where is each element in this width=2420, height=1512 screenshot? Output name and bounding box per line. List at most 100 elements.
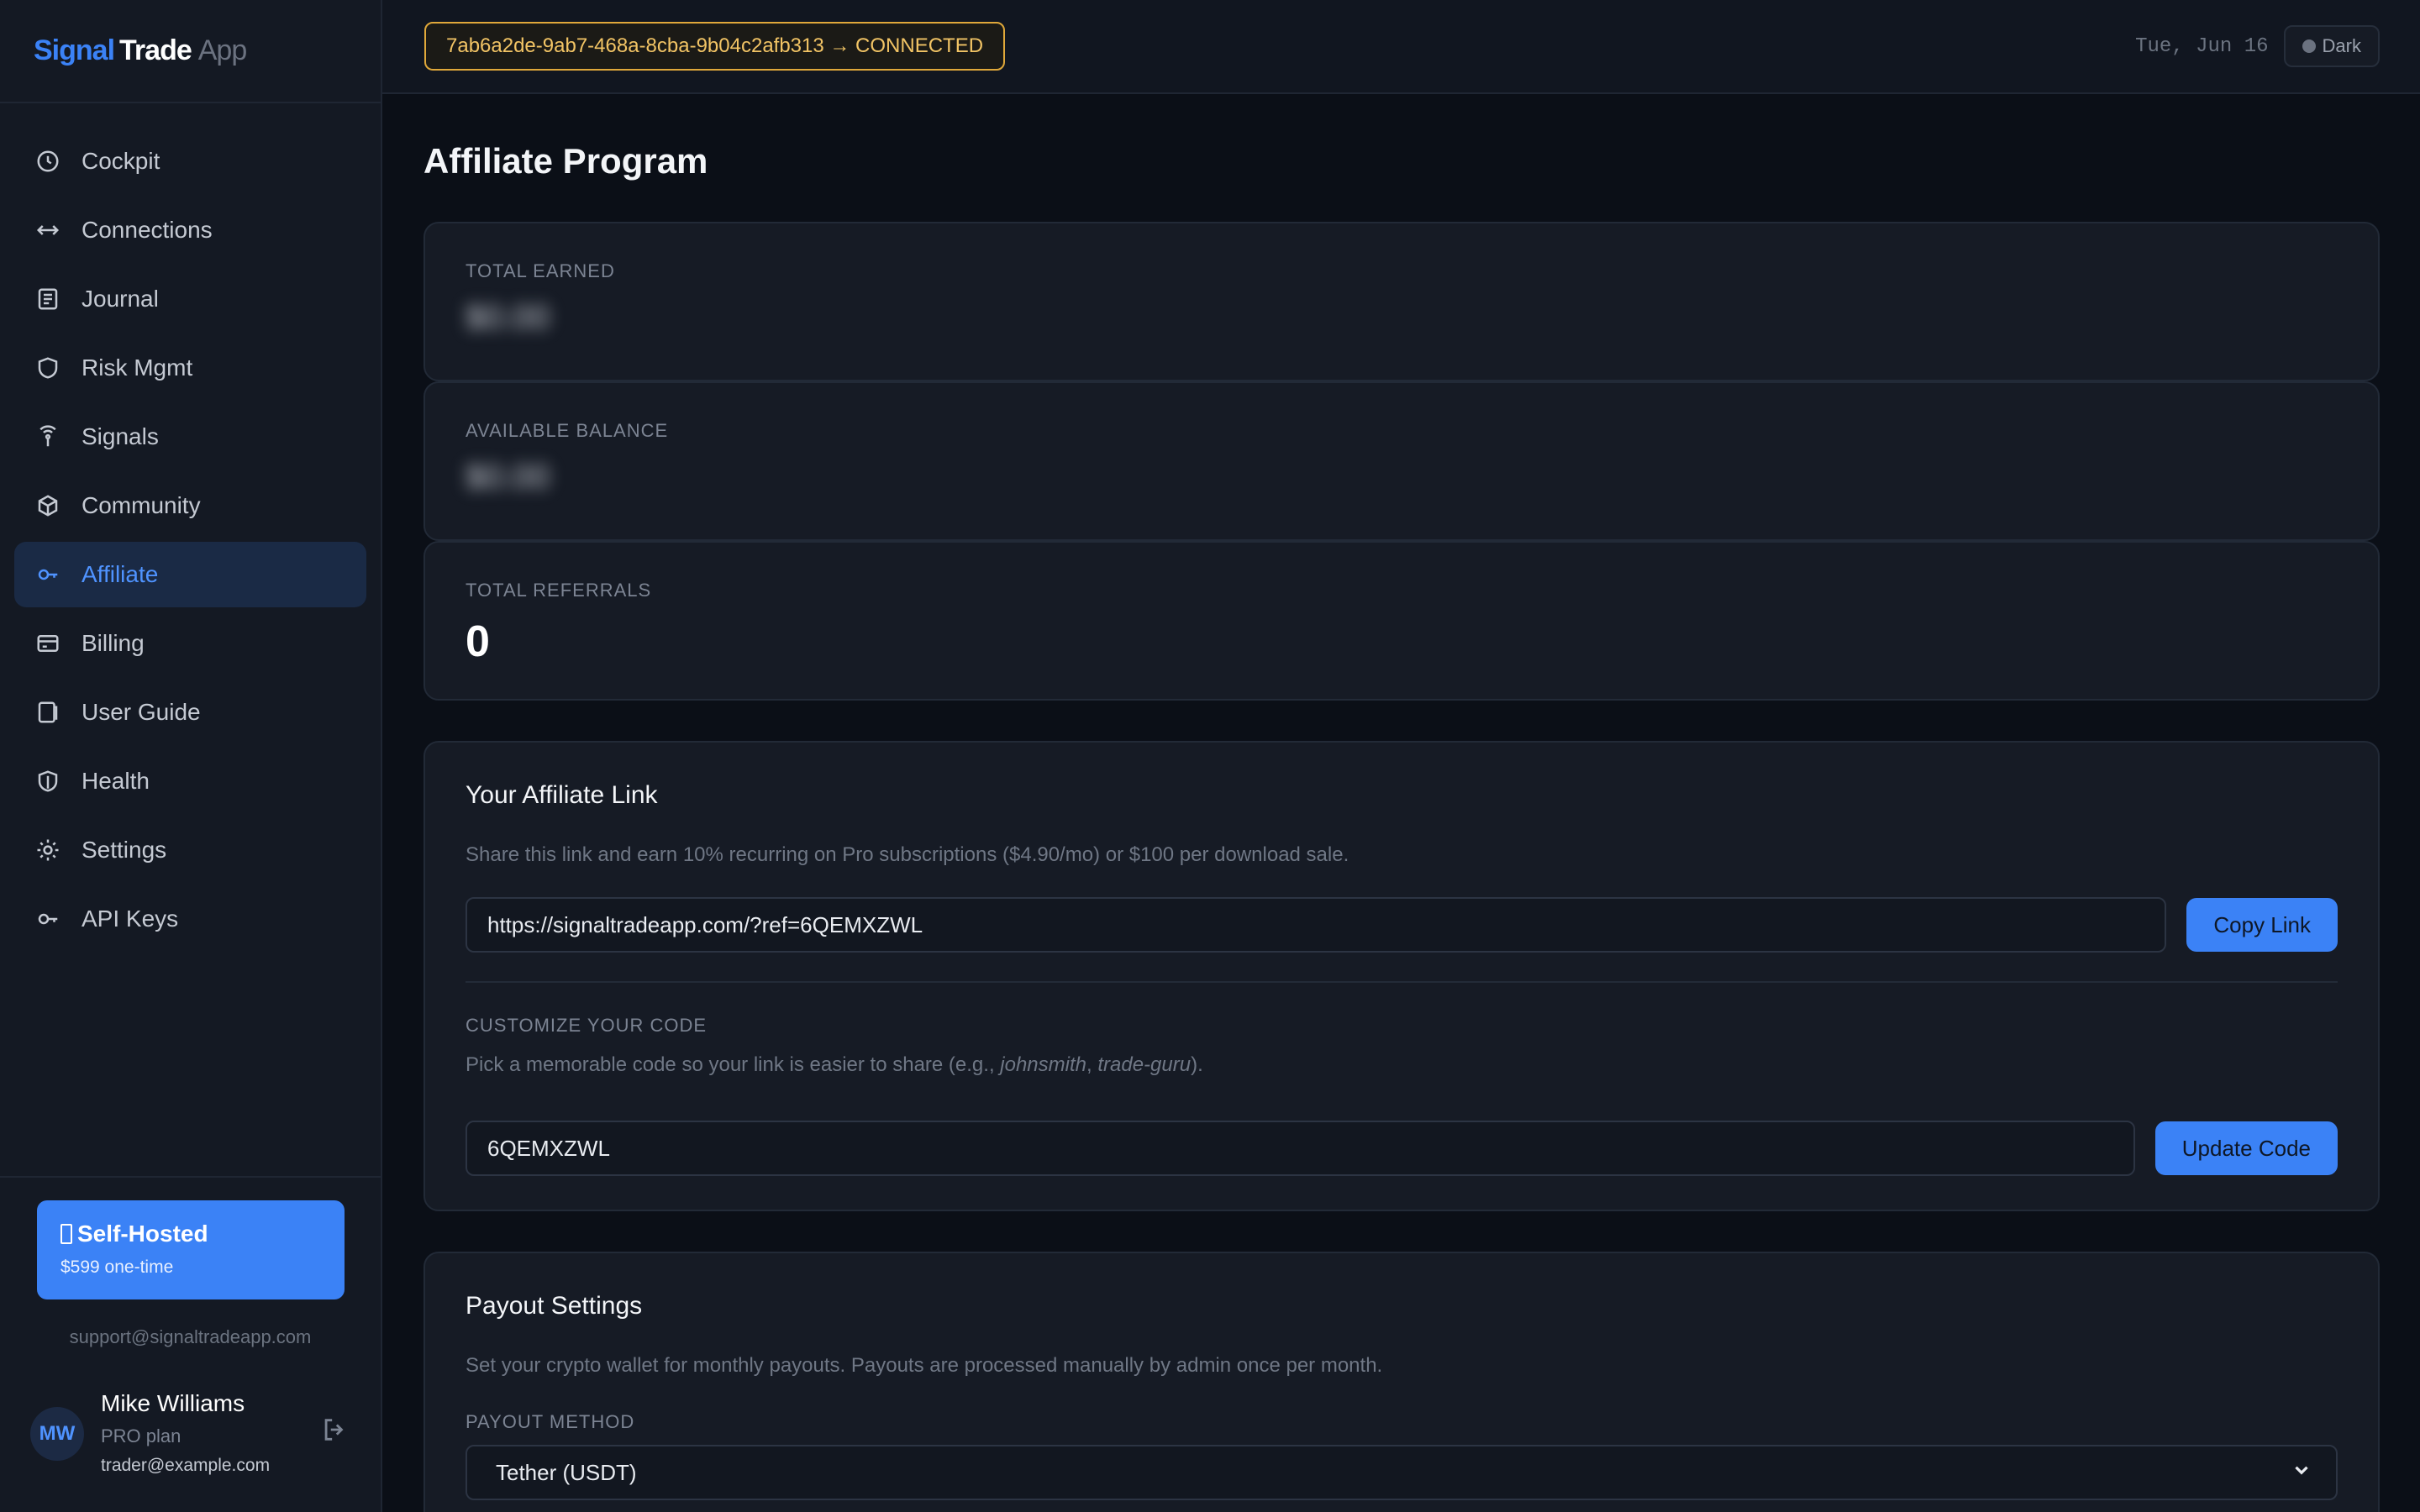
brand-signal: Signal xyxy=(34,34,115,66)
current-date: Tue, Jun 16 xyxy=(2135,34,2269,58)
arrows-horizontal-icon xyxy=(34,217,61,244)
sidebar-item-label: Risk Mgmt xyxy=(82,354,193,381)
connection-status-badge[interactable]: 7ab6a2de-9ab7-468a-8cba-9b04c2afb313 → C… xyxy=(424,22,1006,71)
stat-value-blurred: $0.00 xyxy=(466,459,550,496)
sidebar-item-label: Signals xyxy=(82,423,159,449)
sidebar-item-label: User Guide xyxy=(82,699,201,725)
clock-icon xyxy=(34,148,61,175)
divider xyxy=(466,981,2338,983)
stat-label: AVAILABLE BALANCE xyxy=(466,420,669,441)
panel-title: Your Affiliate Link xyxy=(466,781,658,809)
sidebar-nav: Cockpit Connections Journal Risk Mgmt Si… xyxy=(0,103,381,955)
server-icon xyxy=(60,1224,72,1244)
copy-link-button[interactable]: Copy Link xyxy=(2186,898,2338,952)
customize-code-label: CUSTOMIZE YOUR CODE xyxy=(466,1015,708,1036)
customize-desc-suffix: ). xyxy=(1191,1053,1203,1076)
broadcast-icon xyxy=(34,423,61,450)
affiliate-link-row: Copy Link xyxy=(466,897,2338,953)
theme-label: Dark xyxy=(2322,35,2361,56)
sidebar-item-label: Journal xyxy=(82,286,159,312)
customize-example-separator: , xyxy=(1086,1053,1098,1076)
promo-title-text: Self-Hosted xyxy=(77,1221,208,1247)
sidebar-item-signals[interactable]: Signals xyxy=(14,404,366,470)
sidebar-item-affiliate[interactable]: Affiliate xyxy=(14,542,366,607)
chevron-down-icon xyxy=(2291,1459,2312,1487)
sidebar-item-label: Settings xyxy=(82,837,167,863)
page-content: Affiliate Program TOTAL EARNED $0.00 AVA… xyxy=(382,141,2420,1512)
payout-method-value: Tether (USDT) xyxy=(496,1459,637,1485)
sidebar-item-label: Health xyxy=(82,768,150,794)
brand-trade: Trade xyxy=(119,34,192,66)
stat-label: TOTAL REFERRALS xyxy=(466,580,652,601)
key-icon xyxy=(34,906,61,932)
sidebar-item-community[interactable]: Community xyxy=(14,473,366,538)
book-icon xyxy=(34,699,61,726)
customize-desc-prefix: Pick a memorable code so your link is ea… xyxy=(466,1053,1001,1076)
sidebar-item-label: API Keys xyxy=(82,906,179,932)
sidebar-item-cockpit[interactable]: Cockpit xyxy=(14,129,366,194)
customize-example-1: johnsmith xyxy=(1000,1053,1086,1076)
cube-icon xyxy=(34,492,61,519)
update-code-button[interactable]: Update Code xyxy=(2154,1121,2338,1175)
sidebar-item-api-keys[interactable]: API Keys xyxy=(14,886,366,952)
credit-card-icon xyxy=(34,630,61,657)
app-root: Signal Trade App Cockpit Connections Jou… xyxy=(0,0,2420,1512)
panel-title: Payout Settings xyxy=(466,1292,643,1320)
panel-description: Set your crypto wallet for monthly payou… xyxy=(466,1354,1383,1377)
sidebar-item-label: Community xyxy=(82,492,201,518)
sidebar-item-label: Connections xyxy=(82,217,213,243)
theme-toggle-button[interactable]: Dark xyxy=(2283,25,2380,67)
top-bar: 7ab6a2de-9ab7-468a-8cba-9b04c2afb313 → C… xyxy=(382,0,2420,94)
avatar[interactable]: MW xyxy=(30,1407,84,1461)
user-name: Mike Williams xyxy=(101,1390,245,1416)
sidebar: Signal Trade App Cockpit Connections Jou… xyxy=(0,0,382,1512)
promo-title: Self-Hosted xyxy=(60,1221,321,1247)
shield-icon xyxy=(34,354,61,381)
stat-card-available-balance: AVAILABLE BALANCE $0.00 xyxy=(424,381,2380,541)
affiliate-link-input[interactable] xyxy=(466,897,2167,953)
sidebar-item-label: Affiliate xyxy=(82,561,159,587)
sidebar-item-label: Billing xyxy=(82,630,145,656)
custom-code-input[interactable] xyxy=(466,1121,2135,1176)
journal-icon xyxy=(34,286,61,312)
panel-description: Share this link and earn 10% recurring o… xyxy=(466,843,1349,866)
top-right-controls: Tue, Jun 16 Dark xyxy=(2135,25,2380,67)
brand-logo[interactable]: Signal Trade App xyxy=(0,0,381,103)
customize-code-description: Pick a memorable code so your link is ea… xyxy=(466,1053,2338,1077)
user-plan: PRO plan xyxy=(101,1425,182,1446)
sidebar-item-settings[interactable]: Settings xyxy=(14,817,366,883)
theme-dot-icon xyxy=(2302,39,2316,53)
sidebar-item-label: Cockpit xyxy=(82,148,160,174)
payout-method-select[interactable]: Tether (USDT) xyxy=(466,1445,2338,1500)
sidebar-item-connections[interactable]: Connections xyxy=(14,197,366,263)
heart-shield-icon xyxy=(34,768,61,795)
stat-value: 0 xyxy=(466,617,490,666)
payout-method-label: PAYOUT METHOD xyxy=(466,1411,635,1432)
support-email-link[interactable]: support@signaltradeapp.com xyxy=(0,1326,381,1348)
stat-card-total-referrals: TOTAL REFERRALS 0 xyxy=(424,541,2380,701)
self-hosted-promo-button[interactable]: Self-Hosted $599 one-time xyxy=(37,1200,345,1299)
stats-list: TOTAL EARNED $0.00 AVAILABLE BALANCE $0.… xyxy=(424,222,2380,701)
custom-code-row: Update Code xyxy=(466,1121,2338,1176)
user-info: Mike Williams PRO plan trader@example.co… xyxy=(101,1390,320,1476)
sidebar-footer: Self-Hosted $599 one-time support@signal… xyxy=(0,1176,381,1512)
sidebar-item-user-guide[interactable]: User Guide xyxy=(14,680,366,745)
stat-card-total-earned: TOTAL EARNED $0.00 xyxy=(424,222,2380,381)
stat-value-blurred: $0.00 xyxy=(466,299,550,336)
user-email: trader@example.com xyxy=(101,1456,271,1475)
key-icon xyxy=(34,561,61,588)
affiliate-link-panel: Your Affiliate Link Share this link and … xyxy=(424,741,2380,1211)
sidebar-item-journal[interactable]: Journal xyxy=(14,266,366,332)
page-title: Affiliate Program xyxy=(424,141,708,181)
brand-app: App xyxy=(197,34,247,66)
customize-example-2: trade-guru xyxy=(1097,1053,1192,1076)
stat-label: TOTAL EARNED xyxy=(466,260,615,281)
logout-icon[interactable] xyxy=(320,1415,350,1446)
gear-icon xyxy=(34,837,61,864)
sidebar-item-billing[interactable]: Billing xyxy=(14,611,366,676)
sidebar-item-risk-mgmt[interactable]: Risk Mgmt xyxy=(14,335,366,401)
payout-settings-panel: Payout Settings Set your crypto wallet f… xyxy=(424,1252,2380,1512)
user-profile: MW Mike Williams PRO plan trader@example… xyxy=(30,1390,350,1476)
sidebar-item-health[interactable]: Health xyxy=(14,748,366,814)
main-area: 7ab6a2de-9ab7-468a-8cba-9b04c2afb313 → C… xyxy=(382,0,2420,1512)
